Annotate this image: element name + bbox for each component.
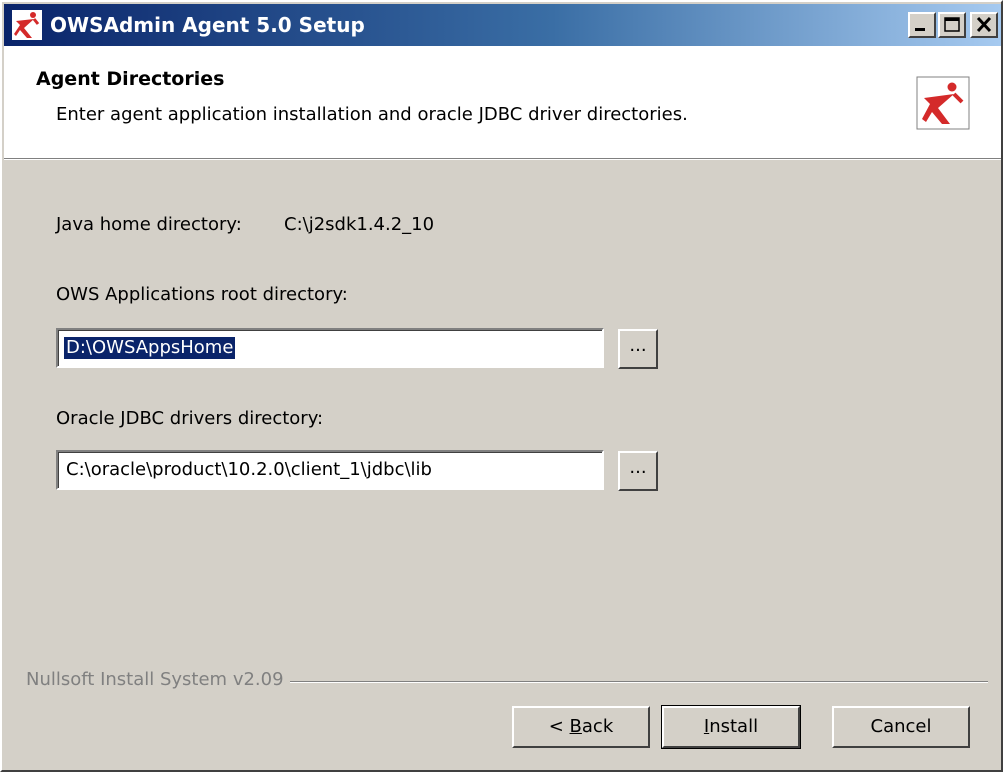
ows-root-browse-button[interactable]: ... <box>618 329 658 369</box>
jdbc-dir-input[interactable]: C:\oracle\product\10.2.0\client_1\jdbc\l… <box>56 450 604 490</box>
title-bar[interactable]: OWSAdmin Agent 5.0 Setup <box>4 4 1001 46</box>
maximize-button[interactable] <box>938 12 966 38</box>
ows-root-value: D:\OWSAppsHome <box>64 337 236 359</box>
page-title: Agent Directories <box>36 68 225 90</box>
close-button[interactable] <box>970 12 998 38</box>
jdbc-browse-button[interactable]: ... <box>618 451 658 491</box>
header-divider <box>4 158 1001 159</box>
minimize-button[interactable] <box>908 12 936 38</box>
close-icon <box>976 16 992 33</box>
app-logo-icon <box>12 10 42 40</box>
java-home-value: C:\j2sdk1.4.2_10 <box>284 214 435 235</box>
jdbc-dir-value: C:\oracle\product\10.2.0\client_1\jdbc\l… <box>66 459 432 480</box>
minimize-icon <box>915 28 925 31</box>
cancel-button[interactable]: Cancel <box>832 706 970 748</box>
back-button[interactable]: < Back <box>512 706 650 748</box>
ows-root-input[interactable]: D:\OWSAppsHome <box>56 328 604 368</box>
ows-root-label: OWS Applications root directory: <box>56 284 348 305</box>
java-home-label: Java home directory: <box>56 214 242 235</box>
maximize-icon <box>944 17 960 32</box>
installer-window: OWSAdmin Agent 5.0 Setup Agent Directori… <box>0 0 1003 772</box>
page-header: Agent Directories Enter agent applicatio… <box>4 46 1001 160</box>
header-logo-icon <box>916 76 970 130</box>
branding-text: Nullsoft Install System v2.09 <box>26 669 290 690</box>
jdbc-label: Oracle JDBC drivers directory: <box>56 408 324 429</box>
page-subtitle: Enter agent application installation and… <box>56 104 688 125</box>
window-title: OWSAdmin Agent 5.0 Setup <box>50 13 365 37</box>
install-button[interactable]: Install <box>661 705 801 749</box>
